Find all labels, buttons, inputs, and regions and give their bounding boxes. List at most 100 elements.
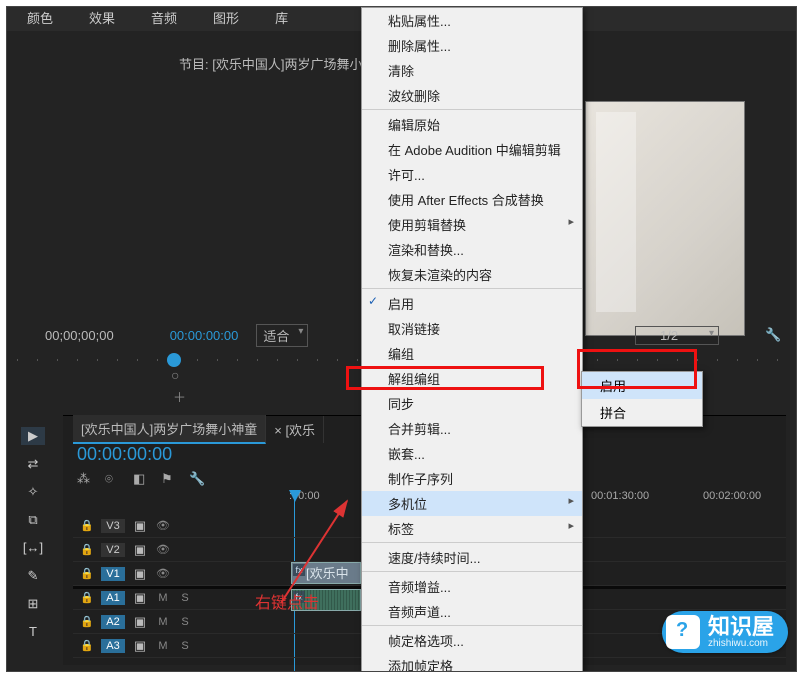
mute-button[interactable]: M: [155, 616, 171, 628]
logo-url: zhishiwu.com: [708, 638, 774, 649]
fx-toggle-icon[interactable]: ▣: [131, 590, 149, 606]
ctx-item-11[interactable]: ✓启用: [362, 291, 582, 316]
wrench-icon[interactable]: 🔧: [189, 471, 205, 485]
submenu-enable[interactable]: 启用: [582, 372, 702, 399]
eye-icon[interactable]: 👁: [155, 519, 171, 532]
track-name[interactable]: A1: [101, 591, 125, 605]
ctx-item-16[interactable]: 合并剪辑...: [362, 416, 582, 441]
eye-icon[interactable]: 👁: [155, 567, 171, 580]
zoom-fit-dropdown[interactable]: 适合: [256, 324, 308, 347]
ruler-seg-1: 00:01:30:00: [591, 490, 649, 502]
ctx-item-8[interactable]: 使用剪辑替换: [362, 212, 582, 237]
top-menu-graphics[interactable]: 图形: [213, 8, 239, 31]
track-name[interactable]: V2: [101, 543, 125, 557]
solo-button[interactable]: S: [177, 640, 193, 652]
top-menu-effects[interactable]: 效果: [89, 8, 115, 31]
program-tab[interactable]: 节目: [欢乐中国人]两岁广场舞小: [167, 51, 374, 76]
solo-button[interactable]: S: [177, 592, 193, 604]
ctx-item-3[interactable]: 波纹删除: [362, 83, 582, 110]
add-marker-icon[interactable]: ＋: [173, 390, 186, 405]
track-name[interactable]: A3: [101, 639, 125, 653]
lock-icon[interactable]: 🔒: [79, 615, 95, 628]
lock-icon[interactable]: 🔒: [79, 591, 95, 604]
ctx-item-label: 波纹删除: [388, 89, 440, 104]
ctx-item-25[interactable]: 添加帧定格: [362, 653, 582, 672]
top-menu-color[interactable]: 颜色: [27, 8, 53, 31]
ctx-item-2[interactable]: 清除: [362, 58, 582, 83]
ctx-item-10[interactable]: 恢复未渲染的内容: [362, 262, 582, 289]
ctx-item-15[interactable]: 同步: [362, 391, 582, 416]
playhead-timecode[interactable]: 00:00:00:00: [170, 328, 239, 343]
ctx-item-19[interactable]: 多机位: [362, 491, 582, 516]
ctx-item-0[interactable]: 粘贴属性...: [362, 8, 582, 33]
ctx-item-21[interactable]: 速度/持续时间...: [362, 545, 582, 572]
ctx-item-label: 许可...: [388, 168, 425, 183]
ctx-item-18[interactable]: 制作子序列: [362, 466, 582, 491]
mute-button[interactable]: M: [155, 640, 171, 652]
fx-toggle-icon[interactable]: ▣: [131, 518, 149, 534]
lock-icon[interactable]: 🔒: [79, 567, 95, 580]
ctx-item-20[interactable]: 标签: [362, 516, 582, 543]
context-menu[interactable]: 粘贴属性...删除属性... 清除波纹删除编辑原始在 Adobe Audition…: [361, 7, 583, 672]
snap-icon[interactable]: ⁂: [77, 471, 93, 485]
ctx-item-label: 恢复未渲染的内容: [388, 268, 492, 283]
solo-button[interactable]: S: [177, 616, 193, 628]
lock-icon[interactable]: 🔒: [79, 639, 95, 652]
fx-toggle-icon[interactable]: ▣: [131, 566, 149, 582]
ctx-item-label: 清除: [388, 64, 414, 79]
ctx-item-7[interactable]: 使用 After Effects 合成替换: [362, 187, 582, 212]
ctx-item-5[interactable]: 在 Adobe Audition 中编辑剪辑: [362, 137, 582, 162]
track-select-tool-icon[interactable]: ⇄: [21, 455, 45, 473]
ripple-tool-icon[interactable]: ✧: [21, 483, 45, 501]
selection-tool-icon[interactable]: ▶: [21, 427, 45, 445]
ctx-item-label: 音频增益...: [388, 580, 451, 595]
lock-icon[interactable]: 🔒: [79, 519, 95, 532]
ctx-item-6[interactable]: 许可...: [362, 162, 582, 187]
track-name[interactable]: V3: [101, 519, 125, 533]
track-name[interactable]: A2: [101, 615, 125, 629]
ctx-item-13[interactable]: 编组: [362, 341, 582, 366]
fx-toggle-icon[interactable]: ▣: [131, 614, 149, 630]
top-menu-audio[interactable]: 音频: [151, 8, 177, 31]
ctx-item-14[interactable]: 解组编组: [362, 366, 582, 391]
video-clip[interactable]: fx [欢乐中: [291, 562, 361, 584]
ctx-item-4[interactable]: 编辑原始: [362, 112, 582, 137]
ctx-item-1[interactable]: 删除属性...: [362, 33, 582, 58]
linked-selection-icon[interactable]: ⌾: [105, 471, 121, 485]
ctx-item-label: 启用: [388, 297, 414, 312]
ctx-item-label: 在 Adobe Audition 中编辑剪辑: [388, 143, 561, 158]
annotation-text: 右键点击: [255, 589, 319, 613]
track-name[interactable]: V1: [101, 567, 125, 581]
eye-icon[interactable]: 👁: [155, 543, 171, 556]
pen-tool-icon[interactable]: ✎: [21, 567, 45, 585]
marker-stop-icon[interactable]: ○: [171, 367, 179, 383]
ctx-item-22[interactable]: 音频增益...: [362, 574, 582, 599]
sequence-tab-1[interactable]: [欢乐中国人]两岁广场舞小神童: [73, 415, 266, 444]
ctx-item-label: 编辑原始: [388, 118, 440, 133]
top-menu-library[interactable]: 库: [275, 8, 288, 31]
ctx-item-label: 制作子序列: [388, 472, 453, 487]
lock-icon[interactable]: 🔒: [79, 543, 95, 556]
scrubber-knob[interactable]: [167, 353, 181, 367]
settings-icon[interactable]: ⚑: [161, 471, 177, 485]
ctx-item-24[interactable]: 帧定格选项...: [362, 628, 582, 653]
ctx-item-17[interactable]: 嵌套...: [362, 441, 582, 466]
fx-toggle-icon[interactable]: ▣: [131, 638, 149, 654]
razor-tool-icon[interactable]: ⧉: [21, 511, 45, 529]
hand-tool-icon[interactable]: ⊞: [21, 595, 45, 613]
context-submenu[interactable]: 启用 拼合: [581, 371, 703, 427]
slip-tool-icon[interactable]: [↔]: [21, 539, 45, 557]
logo-title: 知识屋: [708, 616, 774, 638]
fx-toggle-icon[interactable]: ▣: [131, 542, 149, 558]
watermark-logo: 知识屋 zhishiwu.com: [662, 611, 788, 653]
submenu-flatten[interactable]: 拼合: [582, 399, 702, 426]
ctx-item-23[interactable]: 音频声道...: [362, 599, 582, 626]
ctx-item-9[interactable]: 渲染和替换...: [362, 237, 582, 262]
settings-wrench-icon[interactable]: 🔧: [765, 327, 781, 343]
resolution-dropdown[interactable]: 1/2: [635, 326, 719, 345]
marker-icon[interactable]: ◧: [133, 471, 149, 485]
sequence-tab-2[interactable]: × [欢乐: [266, 416, 324, 443]
type-tool-icon[interactable]: T: [21, 623, 45, 641]
ctx-item-12[interactable]: 取消链接: [362, 316, 582, 341]
mute-button[interactable]: M: [155, 592, 171, 604]
